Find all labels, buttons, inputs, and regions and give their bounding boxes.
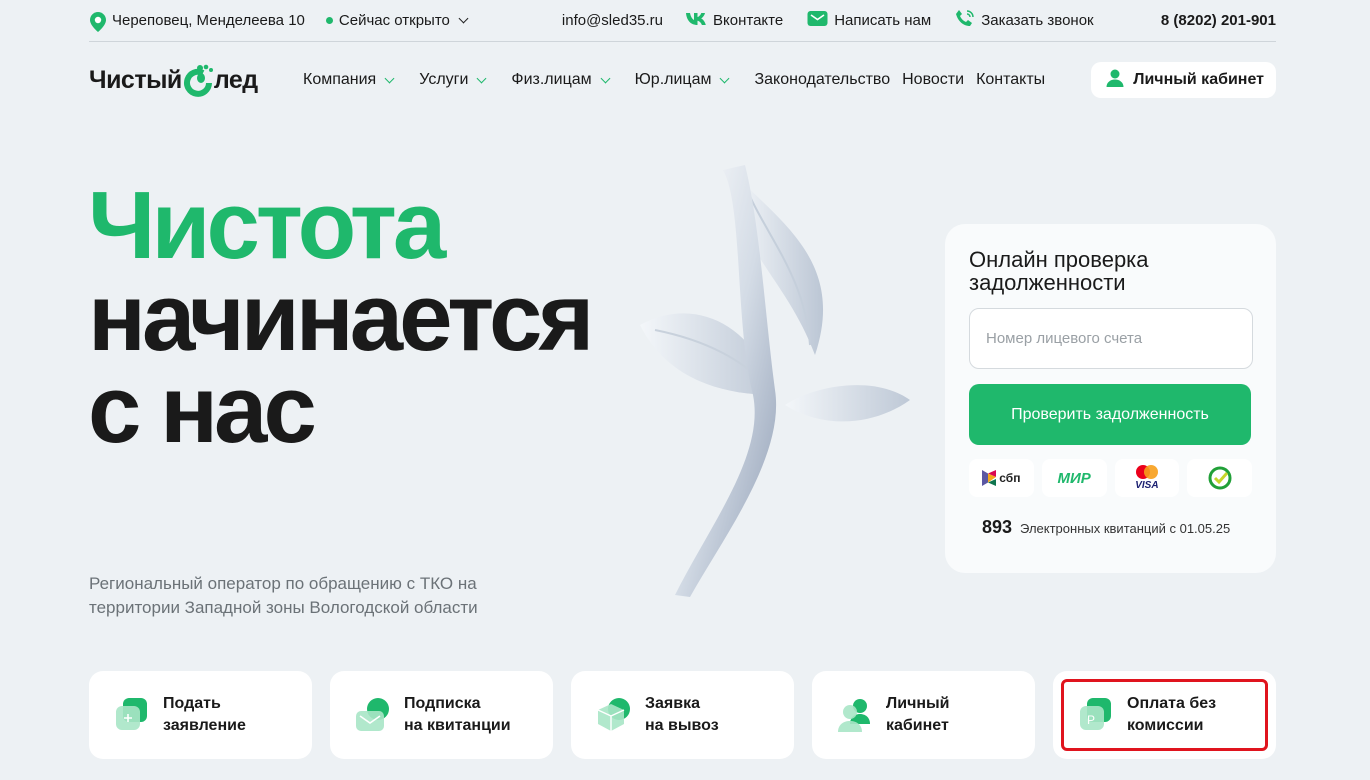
nav-news[interactable]: Новости xyxy=(902,71,964,89)
e-receipts-counter: 893 Электронных квитанций с 01.05.25 xyxy=(969,517,1252,538)
nav-company[interactable]: Компания xyxy=(303,71,395,89)
status-text: Сейчас открыто xyxy=(338,12,450,29)
payment-methods: сбп МИР VISA xyxy=(969,459,1252,497)
quick-actions: Подать заявление Подписка на квитанции З… xyxy=(89,671,1276,759)
submit-application-tile[interactable]: Подать заявление xyxy=(89,671,312,759)
chevron-down-icon xyxy=(458,13,469,24)
mir-label: МИР xyxy=(1057,469,1091,487)
email-text: info@sled35.ru xyxy=(561,12,664,29)
hero-subtitle: Региональный оператор по обращению с ТКО… xyxy=(89,574,478,617)
logo-text-part1: Чистый xyxy=(89,65,182,94)
check-debt-button[interactable]: Проверить задолженность xyxy=(969,384,1251,445)
personal-cabinet-tile[interactable]: Личный кабинет xyxy=(812,671,1035,759)
commission-free-payment-tile[interactable]: P Оплата без комиссии xyxy=(1053,671,1276,759)
pickup-request-label: Заявка на вывоз xyxy=(645,695,719,734)
sbp-label: сбп xyxy=(999,471,1021,485)
chevron-down-icon xyxy=(600,73,611,83)
nav-services[interactable]: Услуги xyxy=(419,71,487,89)
hero-line-3: с нас xyxy=(88,356,317,463)
nav-news-label: Новости xyxy=(902,71,965,88)
nav-legal-entities[interactable]: Юр.лицам xyxy=(634,71,730,89)
mastercard-visa-logo-icon: VISA xyxy=(1114,459,1180,497)
sbp-logo-icon: сбп xyxy=(969,459,1034,497)
logo-text-part2: лед xyxy=(213,65,258,94)
nav-individuals[interactable]: Физ.лицам xyxy=(511,71,611,89)
receipt-subscription-label: Подписка на квитанции xyxy=(404,695,511,734)
phone-number-text: 8 (8202) 201-901 xyxy=(1160,12,1276,29)
nav-legislation-label: Законодательство xyxy=(754,71,891,88)
location-pin-icon xyxy=(89,11,106,32)
account-number-input[interactable] xyxy=(969,308,1253,369)
visa-label: VISA xyxy=(1135,480,1159,491)
receipt-subscription-tile[interactable]: Подписка на квитанции xyxy=(330,671,553,759)
nav-services-label: Услуги xyxy=(419,71,469,88)
personal-account-label: Личный кабинет xyxy=(1133,71,1264,88)
write-us-link[interactable]: Написать нам xyxy=(807,10,931,31)
users-icon xyxy=(836,696,874,734)
nav-individuals-label: Физ.лицам xyxy=(511,71,592,88)
svg-text:P: P xyxy=(1087,713,1095,727)
glass-sprout-illustration xyxy=(635,165,925,605)
user-icon xyxy=(1105,68,1125,93)
mail-icon xyxy=(807,10,828,31)
logo[interactable]: Чистый лед xyxy=(89,63,303,97)
nav-company-label: Компания xyxy=(303,71,377,88)
phone-call-icon xyxy=(955,9,975,33)
vk-link[interactable]: Вконтакте xyxy=(685,12,783,30)
chevron-down-icon xyxy=(720,73,730,83)
personal-account-button[interactable]: Личный кабинет xyxy=(1091,62,1276,98)
pickup-request-tile[interactable]: Заявка на вывоз xyxy=(571,671,794,759)
nav-links: Компания Услуги Физ.лицам Юр.лицам Закон… xyxy=(303,71,1045,89)
receipts-count: 893 xyxy=(982,517,1013,537)
callback-text: Заказать звонок xyxy=(981,12,1094,29)
callback-link[interactable]: Заказать звонок xyxy=(955,9,1094,33)
phone-number-link[interactable]: 8 (8202) 201-901 xyxy=(1161,12,1276,29)
commission-free-payment-label: Оплата без комиссии xyxy=(1127,695,1217,734)
hero-line-2: начинается xyxy=(88,264,594,371)
chevron-down-icon xyxy=(384,73,395,83)
hero-title: Чистота начинается с нас xyxy=(88,172,594,463)
hero-line-1: Чистота xyxy=(88,172,446,279)
write-us-text: Написать нам xyxy=(834,12,932,29)
address[interactable]: Череповец, Менделеева 10 xyxy=(89,11,305,32)
nav-contacts-label: Контакты xyxy=(976,71,1046,88)
nav-contacts[interactable]: Контакты xyxy=(976,71,1045,89)
add-document-icon xyxy=(113,696,151,734)
envelope-icon xyxy=(354,696,392,734)
receipts-text: Электронных квитанций с 01.05.25 xyxy=(1020,521,1231,536)
vk-icon xyxy=(685,12,707,30)
open-status-dropdown[interactable]: Сейчас открыто xyxy=(325,12,469,29)
footprint-logo-icon xyxy=(183,63,213,97)
mir-logo-icon: МИР xyxy=(1041,459,1107,497)
main-nav: Чистый лед Компания Услуги Физ.лицам Юр.… xyxy=(89,52,1276,108)
personal-cabinet-label: Личный кабинет xyxy=(886,695,950,734)
nav-legal-entities-label: Юр.лицам xyxy=(634,71,712,88)
top-bar: Череповец, Менделеева 10 Сейчас открыто … xyxy=(89,0,1276,42)
sber-logo-icon xyxy=(1187,459,1252,497)
address-text: Череповец, Менделеева 10 xyxy=(112,12,305,29)
email-link[interactable]: info@sled35.ru xyxy=(562,12,663,29)
chevron-down-icon xyxy=(476,73,487,83)
nav-legislation[interactable]: Законодательство xyxy=(754,71,890,89)
submit-application-label: Подать заявление xyxy=(163,695,246,734)
status-dot-icon xyxy=(325,17,333,24)
debt-check-card: Онлайн проверка задолженности Проверить … xyxy=(945,224,1276,573)
debt-card-title: Онлайн проверка задолженности xyxy=(969,247,1149,295)
vk-text: Вконтакте xyxy=(713,12,784,29)
payment-icon: P xyxy=(1077,696,1115,734)
box-icon xyxy=(595,696,633,734)
